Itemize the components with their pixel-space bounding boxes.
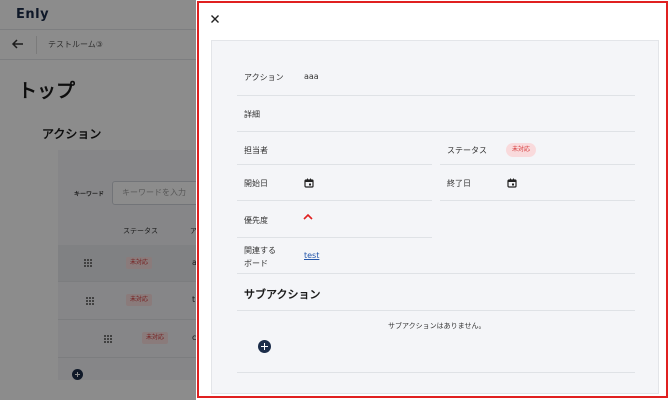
divider xyxy=(237,131,635,132)
divider xyxy=(440,200,635,201)
subaction-title: サブアクション xyxy=(244,288,321,301)
priority-up-icon[interactable] xyxy=(302,213,314,221)
action-label: アクション xyxy=(244,73,284,82)
divider xyxy=(237,372,635,373)
status-label: ステータス xyxy=(447,146,487,155)
related-board-link[interactable]: test xyxy=(304,251,319,260)
divider xyxy=(237,237,432,238)
divider xyxy=(237,310,635,311)
subaction-empty-text: サブアクションはありません。 xyxy=(388,322,486,330)
assignee-label: 担当者 xyxy=(244,146,268,155)
detail-label: 詳細 xyxy=(244,110,260,119)
add-subaction-button[interactable] xyxy=(258,340,271,353)
related-board-label: 関連する xyxy=(244,246,276,255)
related-board-label-line2: ボード xyxy=(244,259,268,268)
close-icon[interactable] xyxy=(209,13,221,25)
status-badge[interactable]: 未対応 xyxy=(506,143,537,157)
end-date-label: 終了日 xyxy=(447,179,471,188)
action-detail-card xyxy=(211,40,659,394)
divider xyxy=(237,273,635,274)
divider xyxy=(237,164,432,165)
calendar-icon[interactable] xyxy=(507,178,517,188)
action-value[interactable]: aaa xyxy=(304,72,319,81)
divider xyxy=(440,164,635,165)
calendar-icon[interactable] xyxy=(304,178,314,188)
divider xyxy=(237,95,635,96)
divider xyxy=(237,200,432,201)
priority-label: 優先度 xyxy=(244,216,268,225)
start-date-label: 開始日 xyxy=(244,179,268,188)
